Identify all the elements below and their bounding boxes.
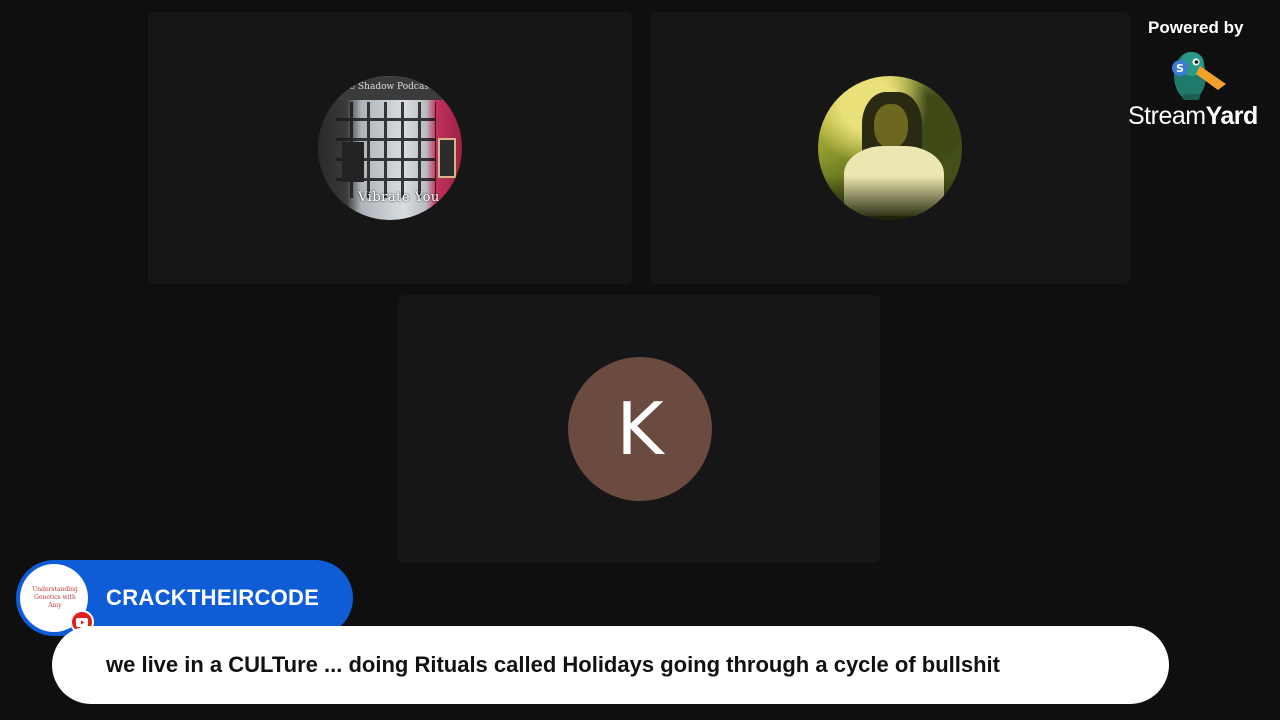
streamyard-duck-logo-icon: S: [1172, 52, 1226, 100]
powered-by-label: Powered by: [1148, 18, 1244, 37]
avatar-portrait-face: [874, 104, 908, 148]
participant-tile-1: The Shadow Podcast Vibrate You: [148, 12, 632, 284]
avatar-sign: [438, 138, 456, 178]
participant-avatar-3: K: [568, 357, 712, 501]
avatar-caption: Vibrate You: [358, 190, 440, 205]
streamyard-branding: Powered by S StreamYard: [1124, 16, 1270, 134]
comment-author-banner: Understanding Genetics with Amy CRACKTHE…: [16, 560, 353, 636]
participant-avatar-1: The Shadow Podcast Vibrate You: [318, 76, 462, 220]
streamyard-wordmark: StreamYard: [1128, 102, 1258, 131]
avatar-initial: K: [616, 387, 664, 471]
wordmark-stream: Stream: [1128, 102, 1206, 130]
wordmark-yard: Yard: [1205, 102, 1259, 130]
avatar-portrait-shade: [818, 176, 962, 220]
comment-author-name: CRACKTHEIRCODE: [106, 585, 320, 610]
comment-box: we live in a CULTure ... doing Rituals c…: [52, 626, 1169, 704]
participant-tile-2: [650, 12, 1130, 284]
comment-text: we live in a CULTure ... doing Rituals c…: [106, 652, 1000, 677]
youtube-play-icon: [76, 617, 88, 627]
participant-avatar-2: [818, 76, 962, 220]
svg-text:S: S: [1176, 62, 1184, 75]
avatar-door: [342, 142, 364, 182]
participant-tile-3: K: [398, 295, 880, 563]
author-avatar-text: Understanding Genetics with Amy: [32, 586, 78, 609]
avatar-top-text: The Shadow Podcast: [338, 82, 433, 92]
